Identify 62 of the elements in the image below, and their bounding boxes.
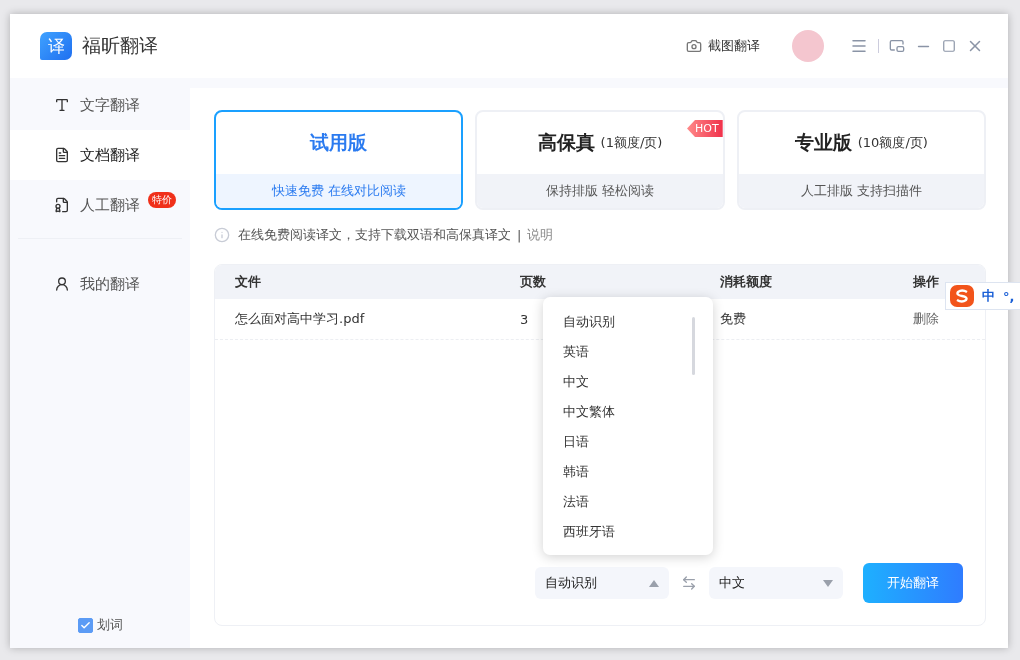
delete-link[interactable]: 删除 — [913, 310, 939, 328]
language-option[interactable]: 中文繁体 — [543, 397, 703, 427]
avatar[interactable] — [792, 30, 824, 62]
plan-price: (1额度/页) — [600, 134, 663, 152]
page-count: 3 — [520, 311, 529, 327]
document-icon — [54, 147, 70, 163]
cost-cell: 免费 — [720, 310, 746, 328]
plan-subtitle: 快速免费 在线对比阅读 — [216, 174, 462, 208]
plan-name: 专业版 — [794, 130, 852, 155]
word-pick-label: 划词 — [96, 616, 123, 634]
file-name: 怎么面对高中学习.pdf — [235, 310, 365, 328]
document-badge-icon — [54, 197, 70, 213]
plan-subtitle: 人工排版 支持扫描件 — [738, 174, 984, 208]
swap-icon[interactable] — [681, 575, 697, 591]
language-option[interactable]: 中文 — [543, 367, 703, 397]
camera-icon — [686, 38, 702, 54]
source-language-select[interactable]: 自动识别 — [535, 567, 669, 599]
sidebar-item[interactable]: 文档翻译 — [10, 130, 190, 180]
help-link[interactable]: 说明 — [527, 226, 554, 244]
app-title: 福昕翻译 — [82, 33, 158, 58]
word-pick-toggle[interactable]: 划词 — [77, 616, 123, 634]
screenshot-translate-button[interactable]: 截图翻译 — [686, 37, 760, 55]
text-icon — [54, 97, 70, 113]
plan-name: 高保真 — [537, 130, 595, 155]
maximize-icon[interactable] — [942, 39, 956, 53]
plan-card[interactable]: 专业版 (10额度/页) 人工排版 支持扫描件 — [736, 110, 986, 210]
plan-price: (10额度/页) — [857, 134, 928, 152]
plan-name: 试用版 — [310, 130, 368, 155]
menu-icon[interactable] — [850, 37, 868, 55]
language-option[interactable]: 自动识别 — [543, 307, 703, 337]
ime-punctuation[interactable]: °, — [1003, 288, 1015, 304]
app-logo: 译 — [40, 32, 72, 60]
sidebar-item[interactable]: 我的翻译 — [10, 259, 190, 309]
sidebar-item[interactable]: 人工翻译 特价 — [10, 180, 190, 230]
plan-subtitle: 保持排版 轻松阅读 — [477, 174, 723, 208]
language-option[interactable]: 英语 — [543, 337, 703, 367]
check-icon — [79, 619, 91, 631]
column-header: 页数 — [520, 273, 546, 291]
language-option[interactable]: 西班牙语 — [543, 517, 703, 547]
plan-card[interactable]: 试用版 快速免费 在线对比阅读 — [214, 110, 464, 210]
hot-badge: HOT — [687, 120, 723, 137]
notice-text: 在线免费阅读译文，支持下载双语和高保真译文 — [238, 226, 511, 244]
plan-card[interactable]: 高保真 (1额度/页) 保持排版 轻松阅读 HOT — [475, 110, 725, 210]
column-header: 文件 — [235, 273, 261, 291]
language-option[interactable]: 韩语 — [543, 457, 703, 487]
language-option[interactable]: 法语 — [543, 487, 703, 517]
checkbox[interactable] — [77, 617, 93, 633]
column-header: 消耗额度 — [720, 273, 772, 291]
mini-window-icon[interactable] — [889, 38, 905, 54]
column-header: 操作 — [913, 273, 939, 291]
ime-mode[interactable]: 中 — [982, 287, 995, 305]
caret-icon — [649, 579, 659, 587]
sale-badge: 特价 — [148, 192, 176, 208]
info-icon — [214, 227, 230, 243]
separator: | — [517, 227, 522, 243]
user-icon — [54, 276, 70, 292]
caret-icon — [823, 579, 833, 587]
ime-logo-icon — [950, 285, 974, 307]
language-option[interactable]: 日语 — [543, 427, 703, 457]
target-language-select[interactable]: 中文 — [709, 567, 843, 599]
sidebar-item[interactable]: 文字翻译 — [10, 80, 190, 130]
scrollbar[interactable] — [692, 317, 695, 375]
